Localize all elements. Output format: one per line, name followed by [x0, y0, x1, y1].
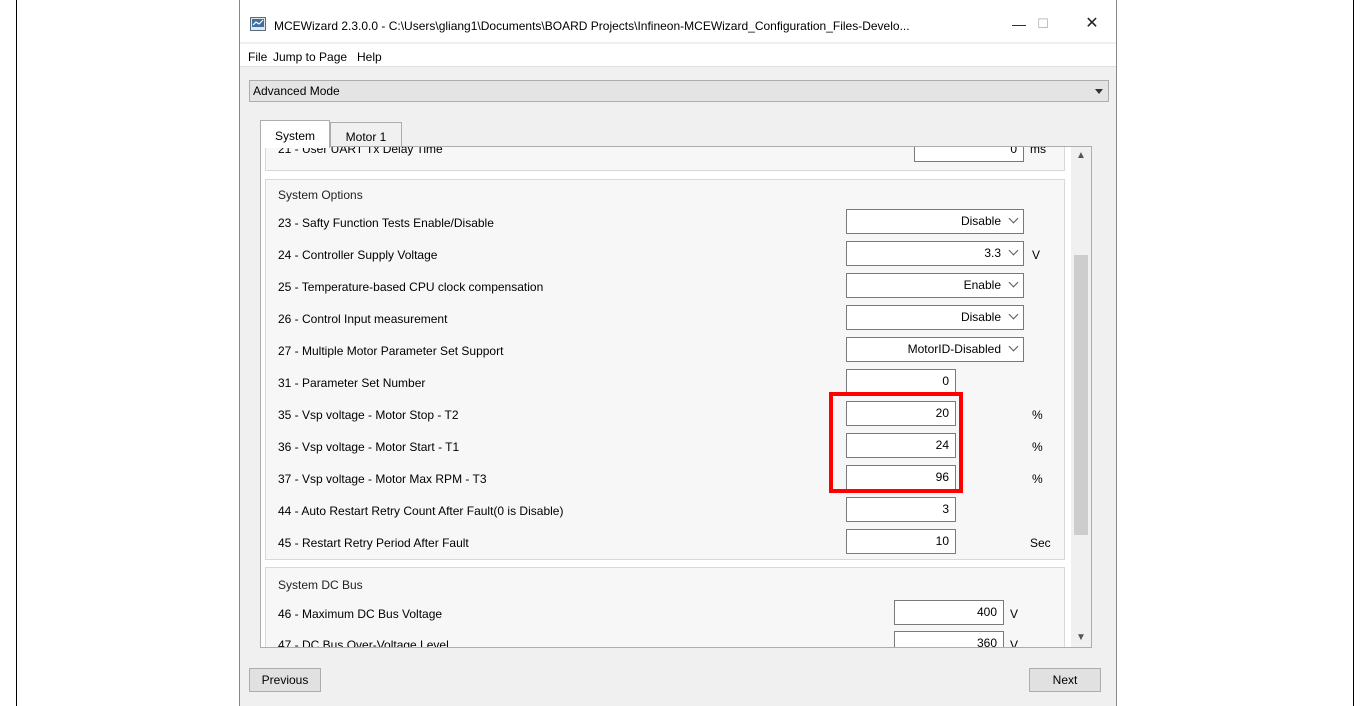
dropdown-value: 3.3	[984, 246, 1001, 260]
scroll-content: 21 - User UART Tx Delay Time 0 ms System…	[261, 147, 1071, 647]
app-window: MCEWizard 2.3.0.0 - C:\Users\gliang1\Doc…	[239, 0, 1117, 706]
menu-bar: File Jump to Page Help	[240, 44, 1116, 67]
scroll-up-icon[interactable]: ▲	[1071, 147, 1091, 165]
row-label-36: 36 - Vsp voltage - Motor Start - T1	[278, 440, 460, 454]
maximize-button[interactable]: ☐	[1031, 14, 1055, 34]
unit-v: V	[1010, 638, 1019, 647]
scrollbar-thumb[interactable]	[1074, 255, 1088, 535]
title-bar[interactable]: MCEWizard 2.3.0.0 - C:\Users\gliang1\Doc…	[240, 0, 1116, 42]
unit-ms: ms	[1030, 147, 1046, 156]
unit-percent: %	[1032, 440, 1043, 454]
row-label-46: 46 - Maximum DC Bus Voltage	[278, 607, 443, 621]
dropdown-value: Disable	[960, 214, 1001, 228]
menu-help[interactable]: Help	[357, 50, 382, 64]
system-tab-panel: 21 - User UART Tx Delay Time 0 ms System…	[260, 146, 1092, 648]
menu-file[interactable]: File	[248, 50, 267, 64]
row-label-47: 47 - DC Bus Over-Voltage Level	[278, 638, 449, 647]
system-options-group: System Options 23 - Safty Function Tests…	[265, 179, 1065, 560]
vsp-motor-start-field[interactable]: 24	[846, 433, 956, 458]
parameter-set-number-field[interactable]: 0	[846, 369, 956, 394]
auto-restart-count-field[interactable]: 3	[846, 497, 956, 522]
unit-v: V	[1010, 607, 1019, 621]
uart-group: 21 - User UART Tx Delay Time 0 ms	[265, 147, 1065, 171]
row-label-37: 37 - Vsp voltage - Motor Max RPM - T3	[278, 472, 487, 486]
dropdown-value: MotorID-Disabled	[907, 342, 1001, 356]
chevron-down-icon	[1095, 89, 1103, 94]
close-button[interactable]: ✕	[1080, 14, 1104, 34]
supply-voltage-dropdown[interactable]: 3.3	[846, 241, 1024, 266]
minimize-button[interactable]: —	[1007, 14, 1031, 34]
row-label-45: 45 - Restart Retry Period After Fault	[278, 536, 469, 550]
row-label-21: 21 - User UART Tx Delay Time	[278, 147, 443, 156]
dropdown-value: Enable	[963, 278, 1001, 292]
row-label-24: 24 - Controller Supply Voltage	[278, 248, 438, 262]
app-icon	[250, 17, 266, 31]
vertical-scrollbar[interactable]: ▲ ▼	[1071, 147, 1091, 647]
mode-dropdown[interactable]: Advanced Mode	[249, 80, 1109, 102]
tab-system[interactable]: System	[260, 120, 330, 148]
row-label-35: 35 - Vsp voltage - Motor Stop - T2	[278, 408, 459, 422]
scroll-down-icon[interactable]: ▼	[1071, 629, 1091, 647]
vsp-motor-stop-field[interactable]: 20	[846, 401, 956, 426]
tab-motor-1[interactable]: Motor 1	[330, 122, 402, 146]
previous-button[interactable]: Previous	[249, 668, 321, 692]
row-label-31: 31 - Parameter Set Number	[278, 376, 426, 390]
dropdown-value: Disable	[960, 310, 1001, 324]
frame-border-left	[16, 0, 17, 706]
chevron-down-icon	[1008, 341, 1019, 352]
control-input-dropdown[interactable]: Disable	[846, 305, 1024, 330]
chevron-down-icon	[1008, 309, 1019, 320]
safety-tests-dropdown[interactable]: Disable	[846, 209, 1024, 234]
system-options-title: System Options	[278, 188, 363, 202]
system-dc-bus-title: System DC Bus	[278, 578, 363, 592]
unit-v: V	[1032, 248, 1041, 262]
cpu-clock-compensation-dropdown[interactable]: Enable	[846, 273, 1024, 298]
uart-tx-delay-field[interactable]: 0	[914, 147, 1024, 162]
next-button[interactable]: Next	[1029, 668, 1101, 692]
row-label-26: 26 - Control Input measurement	[278, 312, 448, 326]
unit-sec: Sec	[1030, 536, 1051, 550]
restart-retry-period-field[interactable]: 10	[846, 529, 956, 554]
row-label-23: 23 - Safty Function Tests Enable/Disable	[278, 216, 494, 230]
dc-bus-over-voltage-field[interactable]: 360	[894, 631, 1004, 647]
max-dc-bus-voltage-field[interactable]: 400	[894, 600, 1004, 625]
chevron-down-icon	[1008, 277, 1019, 288]
menu-jump-to-page[interactable]: Jump to Page	[273, 50, 347, 64]
system-dc-bus-group: System DC Bus 46 - Maximum DC Bus Voltag…	[265, 567, 1065, 647]
chevron-down-icon	[1008, 213, 1019, 224]
unit-percent: %	[1032, 408, 1043, 422]
motor-parameter-set-dropdown[interactable]: MotorID-Disabled	[846, 337, 1024, 362]
unit-percent: %	[1032, 472, 1043, 486]
vsp-motor-max-rpm-field[interactable]: 96	[846, 465, 956, 490]
row-label-27: 27 - Multiple Motor Parameter Set Suppor…	[278, 344, 504, 358]
row-label-44: 44 - Auto Restart Retry Count After Faul…	[278, 504, 564, 518]
chevron-down-icon	[1008, 245, 1019, 256]
mode-dropdown-value: Advanced Mode	[253, 84, 340, 98]
row-label-25: 25 - Temperature-based CPU clock compens…	[278, 280, 544, 294]
window-title: MCEWizard 2.3.0.0 - C:\Users\gliang1\Doc…	[274, 19, 910, 33]
frame-border-right	[1353, 0, 1354, 706]
